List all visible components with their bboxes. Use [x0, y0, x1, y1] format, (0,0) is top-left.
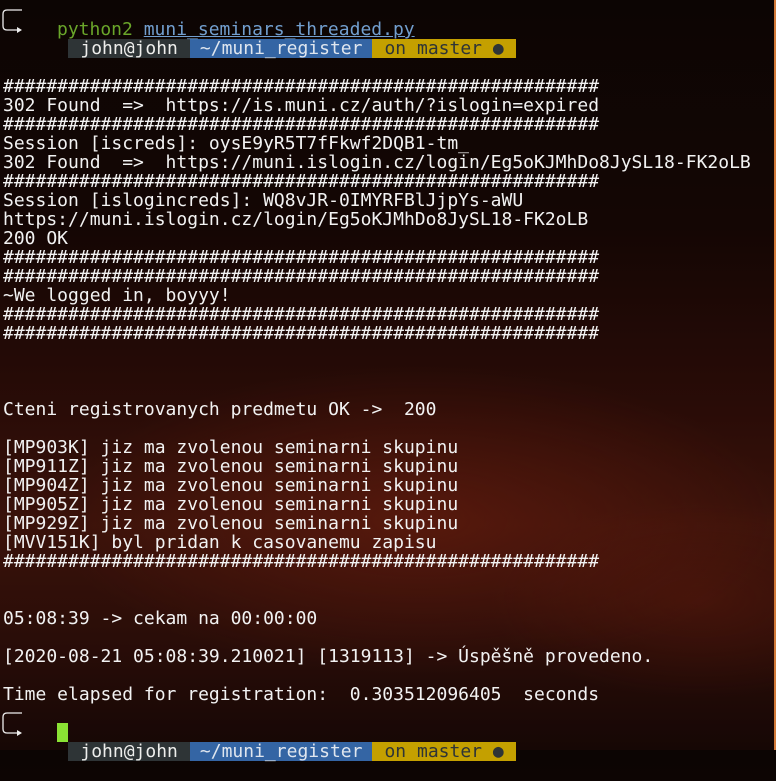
- output-line: ########################################…: [3, 551, 600, 572]
- output-line: ########################################…: [3, 304, 600, 325]
- text-cursor: [57, 723, 68, 742]
- output-line: [MP911Z] jiz ma zvolenou seminarni skupi…: [3, 456, 459, 477]
- command-interpreter: python2: [57, 19, 133, 40]
- input-line[interactable]: [3, 723, 751, 742]
- prompt-directory: ~/muni_register: [189, 742, 373, 761]
- output-line: ########################################…: [3, 76, 600, 97]
- prompt-line: john@john ~/muni_register on master ●: [2, 704, 751, 761]
- output-line: [MP903K] jiz ma zvolenou seminarni skupi…: [3, 437, 459, 458]
- command-file[interactable]: muni_seminars_threaded.py: [144, 19, 415, 40]
- output-line: 302 Found => https://muni.islogin.cz/log…: [3, 152, 751, 173]
- output-line: ~We logged in, boyyy!: [3, 285, 231, 306]
- prompt-user: john@john: [68, 742, 190, 761]
- output-line: Time elapsed for registration: 0.3035120…: [3, 684, 600, 705]
- output-line: 05:08:39 -> cekam na 00:00:00: [3, 608, 318, 629]
- terminal[interactable]: john@john ~/muni_register on master ● pyth…: [2, 1, 751, 761]
- prompt-git-status: on master ●: [372, 742, 516, 761]
- output-line: ########################################…: [3, 171, 600, 192]
- output-line: Cteni registrovanych predmetu OK -> 200: [3, 399, 437, 420]
- command-output: ########################################…: [3, 39, 751, 704]
- output-line: [MP905Z] jiz ma zvolenou seminarni skupi…: [3, 494, 459, 515]
- output-line: [2020-08-21 05:08:39.210021] [1319113] -…: [3, 646, 654, 667]
- output-line: ########################################…: [3, 247, 600, 268]
- output-line: [MP929Z] jiz ma zvolenou seminarni skupi…: [3, 513, 459, 534]
- output-line: ########################################…: [3, 114, 600, 135]
- output-line: ########################################…: [3, 323, 600, 344]
- output-line: ########################################…: [3, 266, 600, 287]
- output-line: [MP904Z] jiz ma zvolenou seminarni skupi…: [3, 475, 459, 496]
- output-line: 302 Found => https://is.muni.cz/auth/?is…: [3, 95, 600, 116]
- prompt-line: john@john ~/muni_register on master ●: [2, 1, 751, 58]
- output-line: Session [iscreds]: oysE9yR5T7fFkwf2DQB1-…: [3, 133, 469, 154]
- output-line: Session [islogincreds]: WQ8vJR-0IMYRFBlJ…: [3, 190, 524, 211]
- output-line: 200 OK: [3, 228, 69, 249]
- output-line: https://muni.islogin.cz/login/Eg5oKJMhDo…: [3, 209, 589, 230]
- command-line: python2 muni_seminars_threaded.py: [3, 20, 751, 39]
- output-line: [MVV151K] byl pridan k casovanemu zapisu: [3, 532, 437, 553]
